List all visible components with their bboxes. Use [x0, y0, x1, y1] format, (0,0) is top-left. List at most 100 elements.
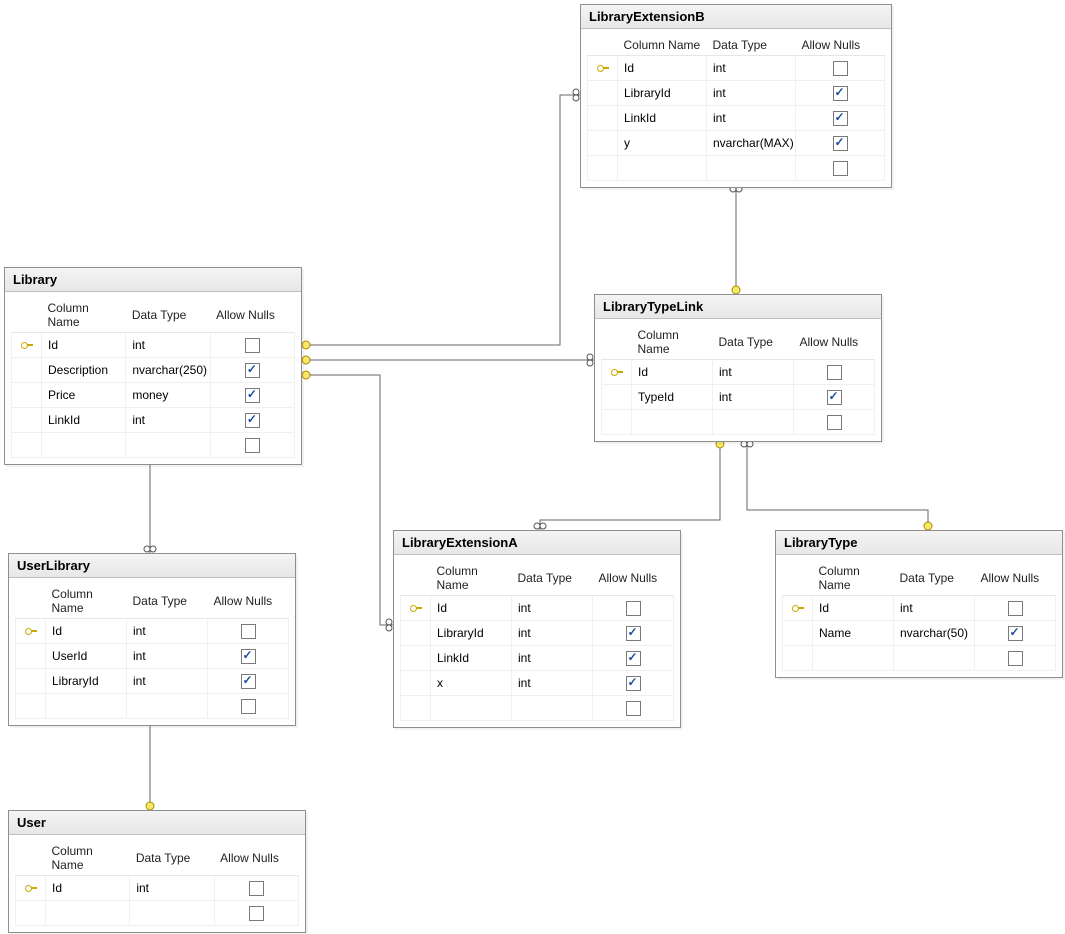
column-row[interactable]: LibraryIdint [16, 669, 289, 694]
column-name: Id [813, 596, 894, 621]
header-data-type: Data Type [127, 584, 208, 619]
column-row[interactable]: Idint [16, 876, 299, 901]
primary-key-cell [602, 360, 632, 385]
column-row[interactable]: Descriptionnvarchar(250) [12, 358, 295, 383]
table-library[interactable]: Library Column Name Data Type Allow Null… [4, 267, 302, 465]
column-row[interactable]: Idint [602, 360, 875, 385]
column-row-empty[interactable] [16, 694, 289, 719]
column-nullable[interactable] [593, 621, 674, 646]
column-row[interactable]: LibraryIdint [401, 621, 674, 646]
header-column-name: Column Name [46, 584, 127, 619]
primary-key-cell [783, 621, 813, 646]
column-nullable[interactable] [210, 383, 294, 408]
column-nullable[interactable] [593, 646, 674, 671]
column-nullable[interactable] [794, 385, 875, 410]
column-row[interactable]: Idint [401, 596, 674, 621]
column-name: Description [42, 358, 126, 383]
column-name: Id [618, 56, 707, 81]
table-title: LibraryType [776, 531, 1062, 555]
checkbox-icon [626, 601, 641, 616]
header-column-name: Column Name [632, 325, 713, 360]
column-row-empty[interactable] [602, 410, 875, 435]
column-nullable[interactable] [796, 81, 885, 106]
header-allow-nulls: Allow Nulls [208, 584, 289, 619]
column-row[interactable]: Idint [12, 333, 295, 358]
checkbox-icon [833, 111, 848, 126]
column-row[interactable]: LibraryIdint [588, 81, 885, 106]
column-row[interactable]: TypeIdint [602, 385, 875, 410]
columns-grid: Column Name Data Type Allow Nulls IdintU… [15, 584, 289, 719]
column-row[interactable]: UserIdint [16, 644, 289, 669]
column-row[interactable]: Pricemoney [12, 383, 295, 408]
primary-key-cell [12, 408, 42, 433]
column-row[interactable]: LinkIdint [401, 646, 674, 671]
key-icon [25, 881, 37, 893]
key-icon [25, 624, 37, 636]
primary-key-cell [12, 383, 42, 408]
column-nullable[interactable] [208, 669, 289, 694]
column-nullable[interactable] [796, 56, 885, 81]
column-type: nvarchar(MAX) [707, 131, 796, 156]
column-type: int [512, 621, 593, 646]
column-row[interactable]: Idint [16, 619, 289, 644]
key-icon [792, 601, 804, 613]
primary-key-cell [401, 596, 431, 621]
diagram-canvas[interactable]: LibraryExtensionB Column Name Data Type … [0, 0, 1065, 934]
table-librarytype[interactable]: LibraryType Column Name Data Type Allow … [775, 530, 1063, 678]
column-row[interactable]: Idint [588, 56, 885, 81]
column-row[interactable]: Namenvarchar(50) [783, 621, 1056, 646]
checkbox-icon [249, 881, 264, 896]
primary-key-cell [588, 56, 618, 81]
column-row[interactable]: Idint [783, 596, 1056, 621]
column-nullable[interactable] [796, 131, 885, 156]
column-row[interactable]: ynvarchar(MAX) [588, 131, 885, 156]
checkbox-icon [1008, 626, 1023, 641]
primary-key-cell [16, 876, 46, 901]
columns-grid: Column Name Data Type Allow Nulls IdintL… [587, 35, 885, 181]
primary-key-cell [16, 669, 46, 694]
column-nullable[interactable] [208, 619, 289, 644]
table-userlibrary[interactable]: UserLibrary Column Name Data Type Allow … [8, 553, 296, 726]
column-row-empty[interactable] [588, 156, 885, 181]
column-row[interactable]: LinkIdint [588, 106, 885, 131]
header-allow-nulls: Allow Nulls [593, 561, 674, 596]
primary-key-cell [588, 131, 618, 156]
table-libraryextensiona[interactable]: LibraryExtensionA Column Name Data Type … [393, 530, 681, 728]
column-nullable[interactable] [210, 358, 294, 383]
table-user[interactable]: User Column Name Data Type Allow Nulls I… [8, 810, 306, 933]
column-name: x [431, 671, 512, 696]
checkbox-icon [245, 413, 260, 428]
table-librarytypelink[interactable]: LibraryTypeLink Column Name Data Type Al… [594, 294, 882, 442]
column-nullable[interactable] [975, 596, 1056, 621]
column-row-empty[interactable] [401, 696, 674, 721]
column-name: Id [431, 596, 512, 621]
column-row-empty[interactable] [783, 646, 1056, 671]
column-nullable[interactable] [975, 621, 1056, 646]
column-nullable[interactable] [208, 644, 289, 669]
header-column-name: Column Name [46, 841, 130, 876]
column-row-empty[interactable] [12, 433, 295, 458]
key-icon [611, 365, 623, 377]
table-libraryextensionb[interactable]: LibraryExtensionB Column Name Data Type … [580, 4, 892, 188]
checkbox-icon [1008, 651, 1023, 666]
header-data-type: Data Type [130, 841, 214, 876]
column-nullable[interactable] [796, 106, 885, 131]
column-nullable[interactable] [794, 360, 875, 385]
header-data-type: Data Type [894, 561, 975, 596]
primary-key-cell [16, 644, 46, 669]
column-nullable[interactable] [210, 408, 294, 433]
column-nullable[interactable] [210, 333, 294, 358]
column-row[interactable]: xint [401, 671, 674, 696]
column-row-empty[interactable] [16, 901, 299, 926]
column-row[interactable]: LinkIdint [12, 408, 295, 433]
column-nullable[interactable] [214, 876, 298, 901]
column-nullable[interactable] [593, 596, 674, 621]
header-data-type: Data Type [707, 35, 796, 56]
checkbox-icon [833, 61, 848, 76]
table-title: Library [5, 268, 301, 292]
column-type: int [512, 671, 593, 696]
column-name: LibraryId [618, 81, 707, 106]
header-allow-nulls: Allow Nulls [975, 561, 1056, 596]
column-nullable[interactable] [593, 671, 674, 696]
column-name: LinkId [42, 408, 126, 433]
